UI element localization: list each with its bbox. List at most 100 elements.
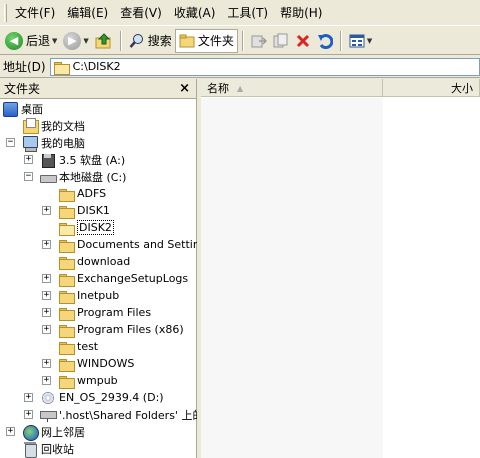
tree-item-my-computer[interactable]: 我的电脑 [22,134,85,152]
tree-label: 网上邻居 [41,425,85,439]
forward-arrow-icon: ▶ [63,31,82,50]
toolbar-separator [119,30,122,51]
search-label: 搜索 [147,34,172,48]
desktop-icon [2,101,18,117]
menu-view[interactable]: 查看(V) [114,4,168,22]
expand-icon[interactable]: + [42,359,51,368]
back-label: 后退 [26,34,51,48]
tree-item-local-disk[interactable]: 本地磁盘 (C:) [40,168,126,185]
file-list[interactable]: 名称 ▲ 大小 [201,79,480,458]
tree-item-network-drive[interactable]: '.host\Shared Folders' 上的 [40,406,203,423]
folder-icon [58,237,75,253]
expand-icon[interactable]: + [42,206,51,215]
search-icon [129,33,143,48]
tree-item-folder[interactable]: ExchangeSetupLogs [58,270,188,287]
delete-icon [296,34,309,47]
menu-favorites[interactable]: 收藏(A) [168,4,222,22]
tree-label: Documents and Settings [77,238,213,251]
column-header-size[interactable]: 大小 [383,79,480,97]
tree-label: '.host\Shared Folders' 上的 [59,408,204,422]
tree-label: 我的文档 [41,119,85,133]
menu-tools[interactable]: 工具(T) [221,4,274,22]
tree-item-folder[interactable]: test [58,338,98,355]
move-to-icon [251,35,267,47]
expand-icon[interactable]: + [42,376,51,385]
toolbar-separator [241,30,244,51]
tree-item-recycle-bin[interactable]: 回收站 [22,440,74,458]
tree-label: Program Files [77,306,152,319]
tree-item-folder[interactable]: download [58,253,130,270]
recycle-bin-icon [22,441,38,458]
up-folder-button[interactable] [92,29,116,53]
sorted-column-shade [201,98,383,458]
tree-label: download [77,255,131,268]
folder-icon [58,322,75,338]
forward-dropdown-icon[interactable]: ▼ [83,37,88,45]
expand-icon[interactable]: + [42,308,51,317]
column-header-name[interactable]: 名称 ▲ [201,79,383,97]
tree-item-my-documents[interactable]: 我的文档 [22,117,85,134]
tree-item-folder-selected[interactable]: DISK2 [58,219,114,236]
address-input[interactable]: C:\DISK2 [49,57,480,76]
menu-file[interactable]: 文件(F) [9,4,61,22]
folder-icon [53,59,70,75]
views-button[interactable]: ▼ [346,29,375,53]
expand-icon[interactable]: + [42,325,51,334]
network-places-icon [22,424,39,441]
folder-icon [58,305,75,321]
tree-item-folder[interactable]: wmpub [58,372,118,389]
undo-button[interactable] [314,29,336,53]
menu-help[interactable]: 帮助(H) [274,4,328,22]
standard-toolbar: ◀ 后退 ▼ ▶ ▼ 搜索 文件夹 ▼ [0,27,480,55]
collapse-icon[interactable]: − [6,138,15,147]
expand-icon[interactable]: + [24,155,33,164]
sort-ascending-icon: ▲ [237,83,244,93]
tree-label: Program Files (x86) [77,323,184,336]
tree-label: wmpub [77,374,118,387]
folders-button[interactable]: 文件夹 [174,28,238,53]
network-drive-icon [40,407,57,423]
folder-icon [58,271,75,287]
address-label: 地址(D) [3,60,46,74]
collapse-icon[interactable]: − [24,172,33,181]
tree-item-folder[interactable]: DISK1 [58,202,110,219]
delete-button[interactable] [292,29,314,53]
tree-item-folder[interactable]: Program Files (x86) [58,321,184,338]
tree-label: ExchangeSetupLogs [77,272,189,285]
back-dropdown-icon[interactable]: ▼ [52,37,57,45]
tree-item-folder[interactable]: WINDOWS [58,355,134,372]
my-documents-icon [22,117,39,134]
tree-item-folder[interactable]: Documents and Settings [58,236,213,253]
folder-icon [58,254,75,270]
expand-icon[interactable]: + [24,393,33,402]
tree-item-desktop[interactable]: 桌面 [2,100,43,117]
expand-icon[interactable]: + [42,274,51,283]
tree-label: Inetpub [77,289,120,302]
folders-icon [179,34,195,47]
folder-icon [58,356,75,372]
views-dropdown-icon[interactable]: ▼ [367,37,372,45]
tree-label: 回收站 [41,442,74,456]
folder-icon [58,339,75,355]
expand-icon[interactable]: + [24,410,33,419]
back-button[interactable]: ◀ 后退 ▼ [2,29,60,53]
menu-grip[interactable] [4,3,7,22]
move-to-button[interactable] [248,29,270,53]
tree-item-folder[interactable]: ADFS [58,185,106,202]
up-folder-icon [95,32,111,48]
tree-item-folder[interactable]: Inetpub [58,287,119,304]
forward-button[interactable]: ▶ ▼ [60,29,91,53]
expand-icon[interactable]: + [42,291,51,300]
expand-icon[interactable]: + [6,427,15,436]
expand-icon[interactable]: + [42,240,51,249]
tree-item-cd-drive[interactable]: EN_OS_2939.4 (D:) [40,389,164,406]
folders-label: 文件夹 [197,34,234,48]
search-button[interactable]: 搜索 [126,29,175,53]
menu-edit[interactable]: 编辑(E) [61,4,114,22]
tree-item-network[interactable]: 网上邻居 [22,423,85,441]
back-arrow-icon: ◀ [5,31,23,50]
tree-item-floppy[interactable]: 3.5 软盘 (A:) [40,151,125,168]
copy-to-button[interactable] [270,29,292,53]
tree-item-folder[interactable]: Program Files [58,304,151,321]
close-icon[interactable]: × [179,81,190,96]
